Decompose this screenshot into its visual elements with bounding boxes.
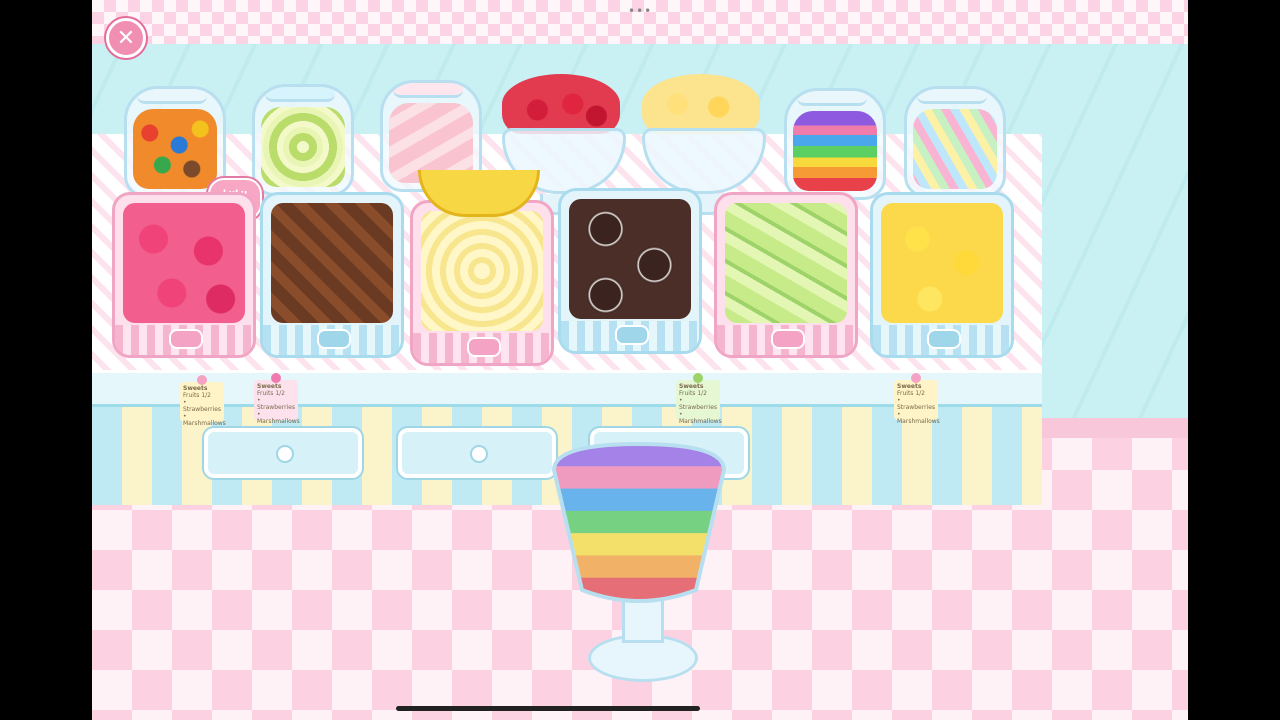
banana-slices-bin[interactable] xyxy=(410,200,554,366)
close-icon: ✕ xyxy=(116,25,136,51)
recipe-card[interactable]: Sweets Fruits 1/2 • Strawberries • Marsh… xyxy=(676,373,722,425)
recipe-card-title: Sweets xyxy=(257,383,282,390)
recipe-card-line: • Marshmallows xyxy=(257,411,300,425)
rainbow-marshmallow-twists-jar[interactable] xyxy=(904,86,1006,198)
candy-coated-chocolates-jar[interactable] xyxy=(124,86,226,198)
drawer-middle[interactable] xyxy=(398,428,556,478)
recipe-card-line: • Marshmallows xyxy=(897,411,940,425)
recipe-card-title: Sweets xyxy=(183,385,208,392)
recipe-card[interactable]: Sweets Fruits 1/2 • Strawberries • Marsh… xyxy=(180,375,226,427)
wall-trim xyxy=(1042,418,1188,438)
recipe-card-line: • Strawberries xyxy=(257,397,296,411)
recipe-card-line: • Strawberries xyxy=(183,399,222,413)
rainbow-parfait-cup[interactable] xyxy=(546,440,732,610)
close-button[interactable]: ✕ xyxy=(106,18,146,58)
recipe-card-title: Sweets xyxy=(897,383,922,390)
recipe-card-line: • Strawberries xyxy=(679,397,718,411)
more-dots-icon[interactable]: ••• xyxy=(628,4,652,18)
melon-bin[interactable] xyxy=(714,192,858,358)
drawer-knob xyxy=(276,445,294,463)
recipe-card-line: Fruits 1/2 xyxy=(679,390,707,397)
recipe-card-line: • Marshmallows xyxy=(679,411,722,425)
recipe-card-line: Fruits 1/2 xyxy=(257,390,285,397)
recipe-card-title: Sweets xyxy=(679,383,704,390)
recipe-card[interactable]: Sweets Fruits 1/2 • Strawberries • Marsh… xyxy=(254,373,300,425)
home-indicator[interactable] xyxy=(396,706,700,711)
rainbow-jelly-beans-jar[interactable] xyxy=(784,88,886,200)
strawberries-bin[interactable] xyxy=(112,192,256,358)
recipe-card[interactable]: Sweets Fruits 1/2 • Strawberries • Marsh… xyxy=(894,373,940,425)
drawer-knob xyxy=(470,445,488,463)
recipe-card-line: • Marshmallows xyxy=(183,413,226,427)
drawer-left[interactable] xyxy=(204,428,362,478)
sandwich-cookies-bin[interactable] xyxy=(558,188,702,354)
star-fruit-bin[interactable] xyxy=(870,192,1014,358)
chocolate-hearts-bin[interactable] xyxy=(260,192,404,358)
recipe-card-line: • Strawberries xyxy=(897,397,936,411)
game-scene: LuLu BEAM Sweets Fruits 1 xyxy=(92,0,1188,720)
recipe-card-line: Fruits 1/2 xyxy=(897,390,925,397)
recipe-card-line: Fruits 1/2 xyxy=(183,392,211,399)
kiwi-slices-jar[interactable] xyxy=(252,84,354,196)
